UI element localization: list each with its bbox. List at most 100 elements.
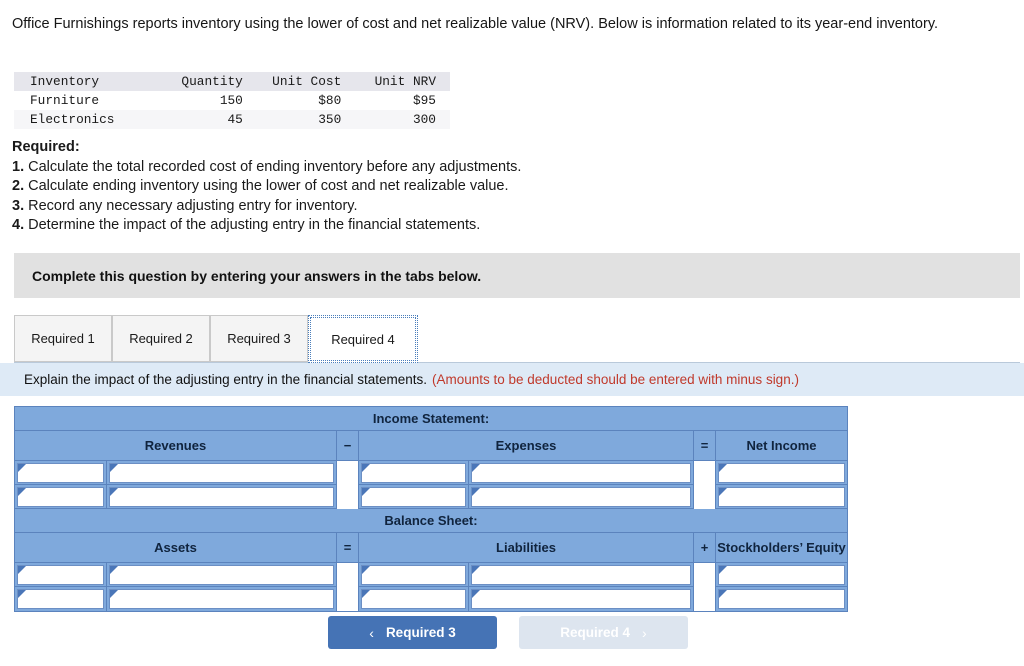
cell-stockholders-equity-1[interactable] [716, 563, 847, 587]
income-statement-input-row-1 [15, 461, 847, 485]
expense-account-dropdown-2[interactable] [361, 487, 466, 507]
cell-asset-account-2[interactable] [15, 587, 107, 611]
income-statement-header-row: Revenues − Expenses = Net Income [15, 431, 847, 461]
tab-required-3[interactable]: Required 3 [210, 315, 308, 362]
tab-required-3-label: Required 3 [227, 331, 291, 346]
cell-revenue-account-1[interactable] [15, 461, 107, 485]
cell-item-name: Furniture [14, 91, 156, 110]
next-required-button-label: Required 4 [560, 625, 630, 640]
cell-operator-equals-bs-2 [337, 587, 359, 611]
required-item-2: 2. Calculate ending inventory using the … [12, 177, 712, 197]
navigation-buttons: ‹ Required 3 Required 4 › [328, 616, 688, 649]
expense-account-dropdown-1[interactable] [361, 463, 466, 483]
operator-equals-bs-blank-1 [339, 565, 356, 585]
required-item-3-text: Record any necessary adjusting entry for… [28, 198, 357, 214]
revenue-account-dropdown-1[interactable] [17, 463, 104, 483]
revenue-amount-input-1[interactable] [109, 463, 334, 483]
liability-account-dropdown-1[interactable] [361, 565, 466, 585]
tab-required-1[interactable]: Required 1 [14, 315, 112, 362]
operator-equals-blank-2 [696, 487, 713, 507]
tab-required-2[interactable]: Required 2 [112, 315, 210, 362]
next-required-button[interactable]: Required 4 › [519, 616, 688, 649]
cell-operator-equals-bs-1 [337, 563, 359, 587]
required-item-4-number: 4. [12, 217, 24, 233]
operator-plus-blank-1 [696, 565, 713, 585]
cell-operator-plus-2 [694, 587, 716, 611]
balance-sheet-header-row: Assets = Liabilities + Stockholders’ Equ… [15, 533, 847, 563]
balance-sheet-title: Balance Sheet: [15, 509, 847, 533]
cell-expense-account-1[interactable] [359, 461, 469, 485]
header-revenues: Revenues [15, 431, 337, 461]
cell-asset-amount-1[interactable] [107, 563, 337, 587]
cell-item-name: Electronics [14, 110, 156, 129]
operator-equals-bs-blank-2 [339, 589, 356, 609]
inventory-table: Inventory Quantity Unit Cost Unit NRV Fu… [14, 72, 450, 129]
balance-sheet-input-row-2 [15, 587, 847, 611]
chevron-left-icon: ‹ [369, 625, 374, 641]
cell-liability-amount-2[interactable] [469, 587, 694, 611]
cell-expense-amount-1[interactable] [469, 461, 694, 485]
intro-text: Office Furnishings reports inventory usi… [12, 16, 938, 32]
cell-operator-minus-2 [337, 485, 359, 509]
asset-account-dropdown-1[interactable] [17, 565, 104, 585]
previous-required-button-label: Required 3 [386, 625, 456, 640]
balance-sheet-input-row-1 [15, 563, 847, 587]
expense-amount-input-1[interactable] [471, 463, 691, 483]
tab-bar: Required 1 Required 2 Required 3 Require… [14, 315, 1020, 363]
liability-amount-input-2[interactable] [471, 589, 691, 609]
cell-asset-account-1[interactable] [15, 563, 107, 587]
stockholders-equity-input-2[interactable] [718, 589, 845, 609]
cell-net-income-1[interactable] [716, 461, 847, 485]
cell-stockholders-equity-2[interactable] [716, 587, 847, 611]
question-note: (Amounts to be deducted should be entere… [432, 372, 799, 387]
header-operator-plus: + [694, 533, 716, 563]
column-header-unit-cost: Unit Cost [251, 72, 349, 91]
inventory-table-body: Furniture 150 $80 $95 Electronics 45 350… [14, 91, 450, 129]
cell-unit-cost: $80 [251, 91, 349, 110]
cell-liability-amount-1[interactable] [469, 563, 694, 587]
revenue-amount-input-2[interactable] [109, 487, 334, 507]
cell-operator-plus-1 [694, 563, 716, 587]
header-assets: Assets [15, 533, 337, 563]
cell-asset-amount-2[interactable] [107, 587, 337, 611]
required-item-2-text: Calculate ending inventory using the low… [28, 178, 508, 194]
asset-amount-input-1[interactable] [109, 565, 334, 585]
operator-minus-blank-2 [339, 487, 356, 507]
asset-amount-input-2[interactable] [109, 589, 334, 609]
required-item-2-number: 2. [12, 178, 24, 194]
cell-liability-account-2[interactable] [359, 587, 469, 611]
stockholders-equity-input-1[interactable] [718, 565, 845, 585]
cell-expense-account-2[interactable] [359, 485, 469, 509]
header-net-income: Net Income [716, 431, 847, 461]
inventory-table-container: Inventory Quantity Unit Cost Unit NRV Fu… [14, 72, 450, 129]
cell-liability-account-1[interactable] [359, 563, 469, 587]
asset-account-dropdown-2[interactable] [17, 589, 104, 609]
header-operator-minus: − [337, 431, 359, 461]
tab-required-1-label: Required 1 [31, 331, 95, 346]
net-income-input-2[interactable] [718, 487, 845, 507]
column-header-unit-nrv: Unit NRV [349, 72, 450, 91]
tab-required-4[interactable]: Required 4 [308, 315, 418, 363]
required-section: Required: 1. Calculate the total recorde… [12, 138, 712, 236]
table-row: Electronics 45 350 300 [14, 110, 450, 129]
required-item-4: 4. Determine the impact of the adjusting… [12, 216, 712, 236]
operator-minus-blank-1 [339, 463, 356, 483]
liability-account-dropdown-2[interactable] [361, 589, 466, 609]
liability-amount-input-1[interactable] [471, 565, 691, 585]
table-header-row: Inventory Quantity Unit Cost Unit NRV [14, 72, 450, 91]
cell-revenue-amount-2[interactable] [107, 485, 337, 509]
cell-expense-amount-2[interactable] [469, 485, 694, 509]
tab-required-2-label: Required 2 [129, 331, 193, 346]
balance-sheet-title-row: Balance Sheet: [15, 509, 847, 533]
header-liabilities: Liabilities [359, 533, 694, 563]
expense-amount-input-2[interactable] [471, 487, 691, 507]
revenue-account-dropdown-2[interactable] [17, 487, 104, 507]
cell-revenue-account-2[interactable] [15, 485, 107, 509]
cell-unit-cost: 350 [251, 110, 349, 129]
cell-net-income-2[interactable] [716, 485, 847, 509]
previous-required-button[interactable]: ‹ Required 3 [328, 616, 497, 649]
operator-equals-blank-1 [696, 463, 713, 483]
net-income-input-1[interactable] [718, 463, 845, 483]
required-heading: Required: [12, 138, 712, 158]
cell-revenue-amount-1[interactable] [107, 461, 337, 485]
